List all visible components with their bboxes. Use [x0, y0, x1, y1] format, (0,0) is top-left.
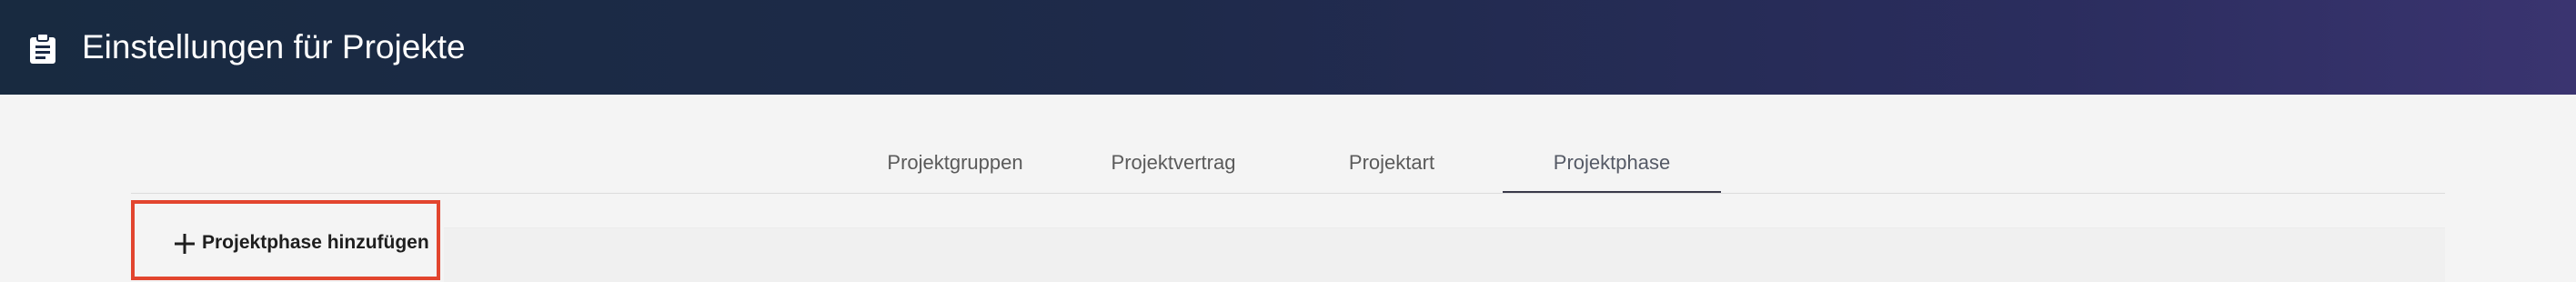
- tab-projektgruppen[interactable]: Projektgruppen: [873, 147, 1037, 196]
- tab-projektvertrag[interactable]: Projektvertrag: [1092, 147, 1255, 196]
- tab-projektart[interactable]: Projektart: [1310, 147, 1474, 196]
- plus-icon: [174, 233, 196, 255]
- add-button-label: Projektphase hinzufügen: [202, 232, 429, 253]
- clipboard-icon: [28, 33, 57, 64]
- content-panel: [444, 227, 2445, 282]
- tab-bar: Projektgruppen Projektvertrag Projektart…: [0, 95, 2576, 195]
- tab-label: Projektphase: [1553, 151, 1671, 174]
- tab-label: Projektart: [1348, 151, 1435, 174]
- tab-projektphase[interactable]: Projektphase: [1503, 147, 1721, 196]
- tabs-divider: [131, 193, 2445, 194]
- page-title: Einstellungen für Projekte: [82, 28, 466, 65]
- add-projektphase-button[interactable]: Projektphase hinzufügen: [131, 200, 440, 280]
- main-content: Projektgruppen Projektvertrag Projektart…: [0, 95, 2576, 282]
- app-header: Einstellungen für Projekte: [0, 0, 2576, 95]
- tab-label: Projektgruppen: [887, 151, 1023, 174]
- tab-label: Projektvertrag: [1111, 151, 1236, 174]
